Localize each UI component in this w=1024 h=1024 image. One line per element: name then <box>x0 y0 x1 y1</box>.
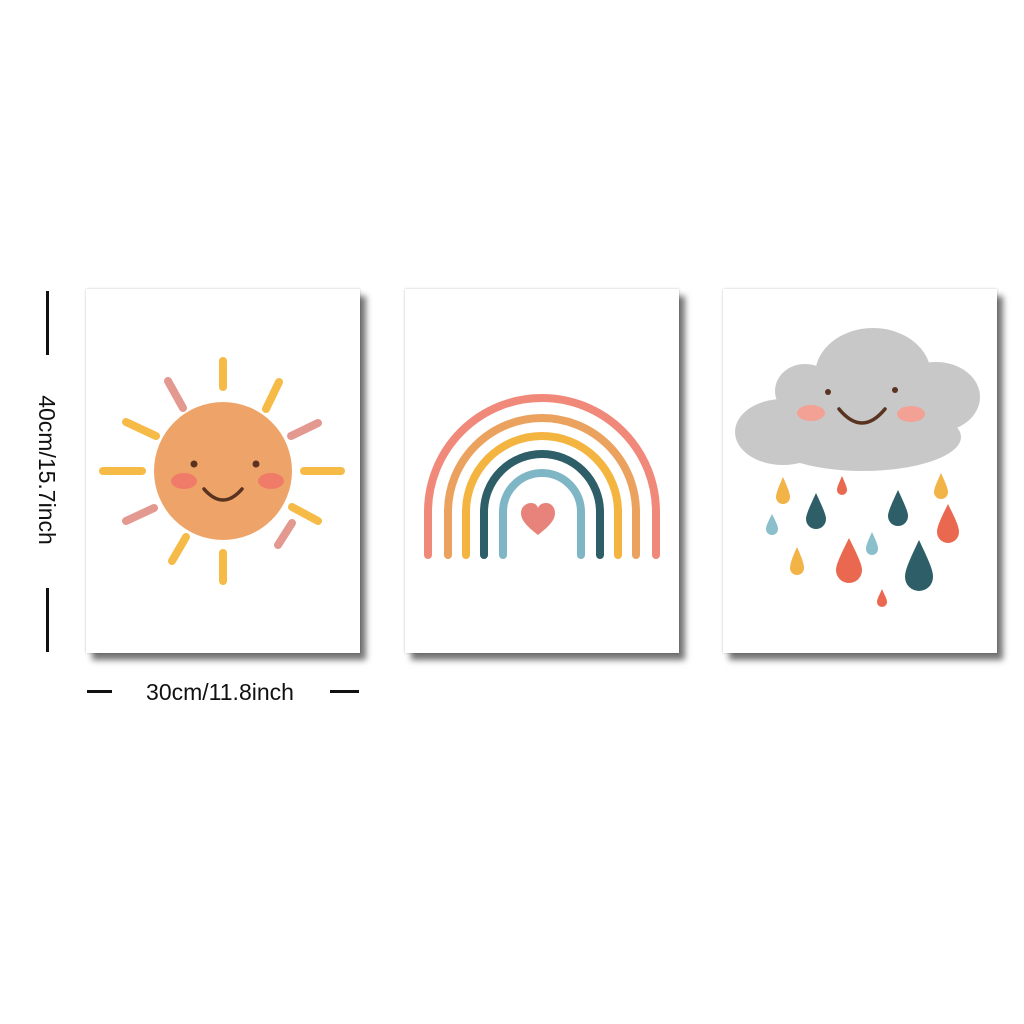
raindrop <box>836 538 862 583</box>
poster-sun <box>86 289 360 653</box>
heart-icon <box>521 503 555 535</box>
raindrop <box>806 493 826 529</box>
raindrop <box>790 547 804 575</box>
raindrop <box>837 476 847 495</box>
sun-cheek-right <box>258 473 284 489</box>
height-dimension-label: 40cm/15.7inch <box>34 395 60 545</box>
raindrop <box>888 490 908 526</box>
raindrop <box>937 504 959 543</box>
raindrop <box>877 589 887 607</box>
width-dimension-line-left <box>87 690 112 693</box>
rainbow-icon <box>424 394 660 559</box>
height-dimension-line-top <box>46 291 49 355</box>
sun-disc <box>154 402 292 540</box>
cloud-eye-right <box>892 387 898 393</box>
sun-eye-right <box>252 460 260 468</box>
poster-rainbow <box>405 289 679 653</box>
raindrop <box>934 473 948 499</box>
sun-icon <box>99 357 345 585</box>
poster-cloud <box>723 289 997 653</box>
raindrop <box>776 477 790 504</box>
sun-eye-left <box>190 460 198 468</box>
cloud-eye-left <box>825 389 831 395</box>
raindrop <box>766 514 778 535</box>
sun-cheek-left <box>171 473 197 489</box>
cloud-icon <box>735 328 980 607</box>
raindrop <box>905 540 933 591</box>
raindrops <box>766 473 959 607</box>
width-dimension-line-right <box>330 690 359 693</box>
height-dimension-line-bottom <box>46 588 49 652</box>
cloud-cheek-left <box>797 405 825 421</box>
raindrop <box>866 532 878 555</box>
width-dimension-label: 30cm/11.8inch <box>146 679 294 705</box>
cloud-body <box>735 328 980 471</box>
cloud-cheek-right <box>897 406 925 422</box>
